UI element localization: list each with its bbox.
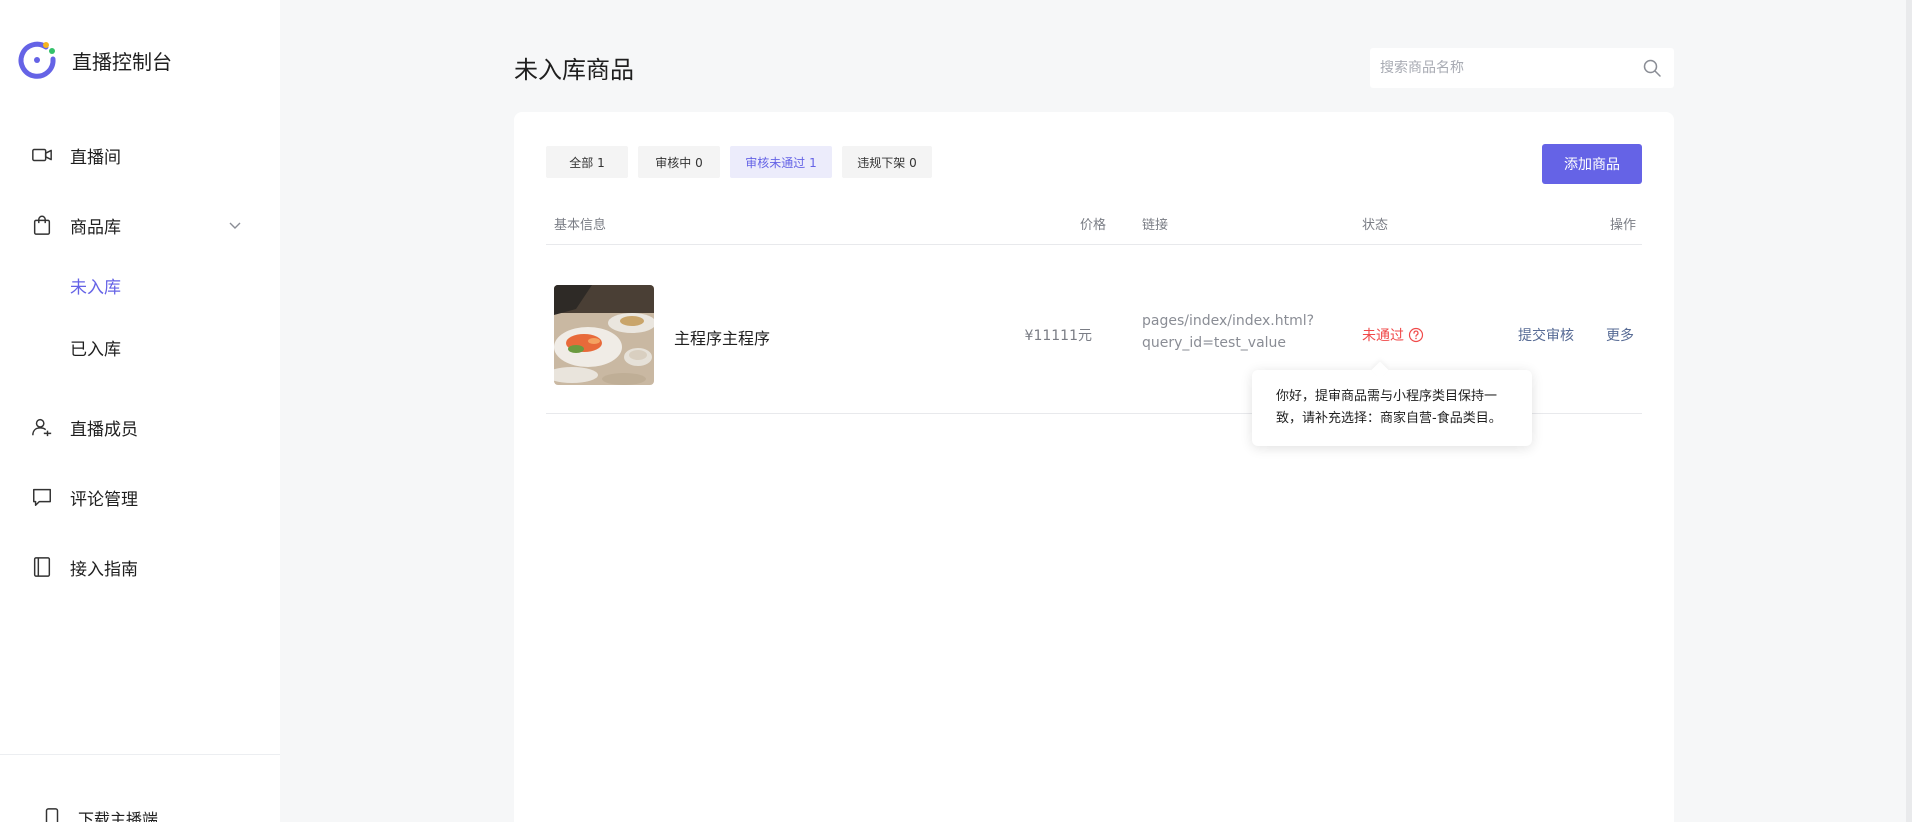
sidebar-item-members[interactable]: 直播成员 <box>30 412 138 442</box>
sidebar-subitem-not-stored[interactable]: 未入库 <box>70 273 121 298</box>
sidebar-item-label: 直播成员 <box>70 419 138 440</box>
comment-icon <box>30 485 54 509</box>
tab-all[interactable]: 全部 1 <box>546 146 628 178</box>
sidebar-item-comments[interactable]: 评论管理 <box>30 482 138 512</box>
table-header-divider <box>546 244 1642 245</box>
app-title: 直播控制台 <box>72 49 172 74</box>
download-label: 下载主播端 <box>78 810 159 822</box>
product-name: 主程序主程序 <box>674 329 771 348</box>
search-input[interactable] <box>1380 60 1630 76</box>
sidebar-subitem-stored[interactable]: 已入库 <box>70 335 121 360</box>
sidebar-divider <box>0 754 280 755</box>
download-streamer-app[interactable]: 下载主播端 <box>40 806 158 822</box>
sidebar-item-label: 直播间 <box>70 147 121 168</box>
tab-violation[interactable]: 违规下架 0 <box>842 146 932 178</box>
book-icon <box>30 555 54 579</box>
sidebar-item-label: 接入指南 <box>70 559 138 580</box>
tab-reviewing[interactable]: 审核中 0 <box>638 146 720 178</box>
more-link[interactable]: 更多 <box>1606 325 1634 345</box>
chevron-down-icon[interactable] <box>220 210 250 240</box>
column-header-link: 链接 <box>1142 218 1169 233</box>
tooltip-text: 你好，提审商品需与小程序类目保持一致，请补充选择：商家自营-食品类目。 <box>1276 389 1502 426</box>
page-title: 未入库商品 <box>514 56 634 84</box>
status-badge: 未通过 <box>1362 325 1424 345</box>
rejection-tooltip: 你好，提审商品需与小程序类目保持一致，请补充选择：商家自营-食品类目。 <box>1252 361 1532 446</box>
sidebar: 直播控制台 直播间 商品库 未入库 已入库 直播成员 评论管理 接入指南 下载主… <box>0 0 280 822</box>
product-image <box>554 285 654 385</box>
product-link: pages/index/index.html? query_id=test_va… <box>1142 310 1322 354</box>
sidebar-item-label: 评论管理 <box>70 489 138 510</box>
sidebar-item-guide[interactable]: 接入指南 <box>30 552 138 582</box>
member-icon <box>30 415 54 439</box>
phone-icon <box>40 806 64 822</box>
question-circle-icon[interactable] <box>1408 327 1424 343</box>
shopping-bag-icon <box>30 213 54 237</box>
column-header-price: 价格 <box>1079 218 1106 233</box>
column-header-actions: 操作 <box>1609 218 1636 233</box>
column-header-status: 状态 <box>1362 218 1389 233</box>
product-price: ¥11111元 <box>1024 328 1092 344</box>
video-camera-icon <box>30 143 54 167</box>
logo-icon <box>18 41 56 79</box>
goods-card: 全部 1 审核中 0 审核未通过 1 违规下架 0 添加商品 基本信息 价格 链… <box>514 112 1674 822</box>
submit-review-link[interactable]: 提交审核 <box>1518 325 1574 345</box>
column-header-basic: 基本信息 <box>554 218 607 233</box>
sidebar-item-label: 商品库 <box>70 217 121 238</box>
search-icon[interactable] <box>1642 58 1662 78</box>
tooltip-arrow <box>1371 361 1389 379</box>
product-link-line: pages/index/index.html? <box>1142 313 1315 329</box>
add-goods-button[interactable]: 添加商品 <box>1542 144 1642 184</box>
tab-rejected[interactable]: 审核未通过 1 <box>730 146 832 178</box>
brand: 直播控制台 <box>16 38 172 82</box>
product-link-line: query_id=test_value <box>1142 335 1287 351</box>
search-box <box>1370 48 1674 88</box>
status-text: 未通过 <box>1362 328 1404 344</box>
sidebar-item-goods[interactable]: 商品库 <box>30 210 270 240</box>
sidebar-item-live-room[interactable]: 直播间 <box>30 140 121 170</box>
page-scrollbar[interactable] <box>1906 0 1912 822</box>
